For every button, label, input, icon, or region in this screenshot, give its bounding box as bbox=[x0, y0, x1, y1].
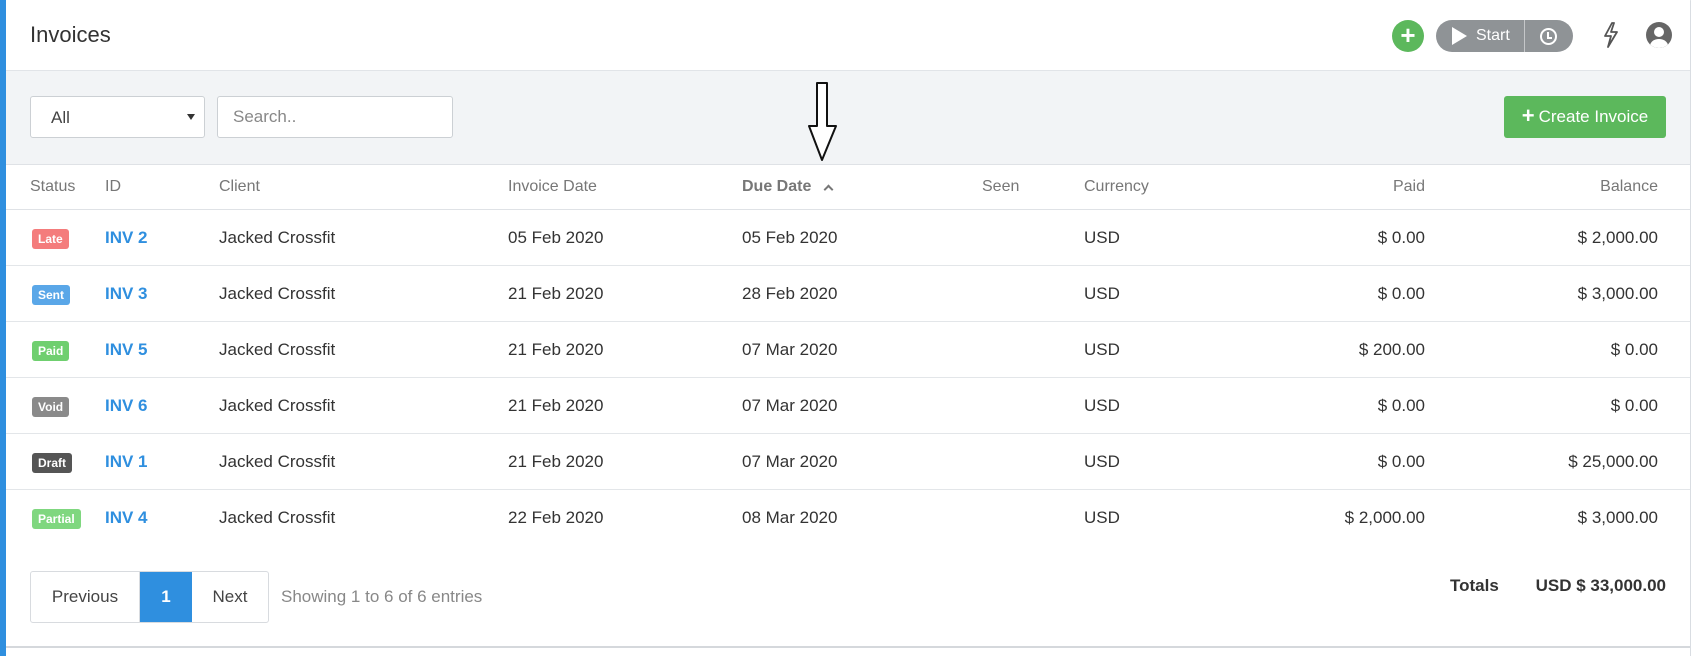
invoice-date-cell: 05 Feb 2020 bbox=[508, 228, 604, 247]
table-header-row: Status ID Client Invoice Date Due Date S… bbox=[6, 165, 1690, 210]
currency-cell: USD bbox=[1084, 228, 1120, 247]
table-body: Late INV 2 Jacked Crossfit 05 Feb 2020 05 Fe… bbox=[6, 210, 1690, 546]
column-seen[interactable]: Seen bbox=[982, 178, 1019, 196]
bolt-icon[interactable] bbox=[1602, 22, 1620, 48]
due-date-cell: 08 Mar 2020 bbox=[742, 508, 838, 527]
sort-ascending-icon bbox=[823, 184, 834, 194]
table-row[interactable]: Sent INV 3 Jacked Crossfit 21 Feb 2020 28 Fe… bbox=[6, 266, 1690, 322]
paid-cell: $ 200.00 bbox=[1358, 340, 1425, 359]
search-input[interactable] bbox=[217, 96, 453, 138]
column-balance[interactable]: Balance bbox=[1600, 178, 1658, 196]
table-row[interactable]: Void INV 6 Jacked Crossfit 21 Feb 2020 07 Ma… bbox=[6, 378, 1690, 434]
plus-icon: + bbox=[1400, 20, 1416, 50]
currency-cell: USD bbox=[1084, 284, 1120, 303]
timer-control: Start bbox=[1436, 20, 1573, 52]
timer-history-button[interactable] bbox=[1525, 20, 1573, 52]
invoice-date-cell: 21 Feb 2020 bbox=[508, 452, 604, 471]
plus-icon: + bbox=[1521, 103, 1535, 128]
status-badge: Paid bbox=[32, 341, 70, 361]
start-label: Start bbox=[1476, 27, 1510, 44]
invoice-date-cell: 21 Feb 2020 bbox=[508, 340, 604, 359]
currency-cell: USD bbox=[1084, 396, 1120, 415]
table-row[interactable]: Draft INV 1 Jacked Crossfit 21 Feb 2020 07 M… bbox=[6, 434, 1690, 490]
invoice-id-link[interactable]: INV 4 bbox=[105, 508, 148, 528]
due-date-cell: 28 Feb 2020 bbox=[742, 284, 838, 303]
balance-cell: $ 3,000.00 bbox=[1577, 284, 1658, 303]
invoice-date-cell: 21 Feb 2020 bbox=[508, 284, 604, 303]
currency-cell: USD bbox=[1084, 452, 1120, 471]
column-paid[interactable]: Paid bbox=[1393, 178, 1425, 196]
paid-cell: $ 0.00 bbox=[1377, 284, 1425, 303]
status-badge: Sent bbox=[32, 285, 71, 305]
status-badge: Draft bbox=[32, 453, 73, 473]
client-cell: Jacked Crossfit bbox=[219, 452, 336, 471]
column-id[interactable]: ID bbox=[105, 178, 121, 196]
status-badge: Partial bbox=[32, 509, 81, 529]
caret-down-icon bbox=[187, 114, 195, 120]
status-badge: Late bbox=[32, 229, 69, 249]
balance-cell: $ 25,000.00 bbox=[1568, 452, 1658, 471]
invoice-table: Status ID Client Invoice Date Due Date S… bbox=[6, 165, 1690, 546]
page-title: Invoices bbox=[30, 22, 111, 47]
due-date-cell: 07 Mar 2020 bbox=[742, 452, 838, 471]
column-invoice-date[interactable]: Invoice Date bbox=[508, 178, 597, 196]
quick-add-button[interactable]: + bbox=[1392, 20, 1424, 52]
column-due-date-label: Due Date bbox=[742, 178, 812, 195]
client-cell: Jacked Crossfit bbox=[219, 340, 336, 359]
current-page-button[interactable]: 1 bbox=[140, 572, 192, 622]
clock-icon bbox=[1540, 27, 1558, 45]
next-page-button[interactable]: Next bbox=[192, 572, 268, 622]
table-row[interactable]: Paid INV 5 Jacked Crossfit 21 Feb 2020 07 Ma… bbox=[6, 322, 1690, 378]
currency-cell: USD bbox=[1084, 340, 1120, 359]
totals-label: Totals bbox=[1450, 576, 1499, 595]
client-cell: Jacked Crossfit bbox=[219, 228, 336, 247]
invoice-date-cell: 22 Feb 2020 bbox=[508, 508, 604, 527]
client-cell: Jacked Crossfit bbox=[219, 284, 336, 303]
paid-cell: $ 0.00 bbox=[1377, 396, 1425, 415]
column-due-date[interactable]: Due Date bbox=[742, 178, 834, 196]
table-footer: Previous 1 Next Showing 1 to 6 of 6 entr… bbox=[6, 543, 1690, 648]
column-currency[interactable]: Currency bbox=[1084, 178, 1149, 196]
balance-cell: $ 0.00 bbox=[1610, 396, 1658, 415]
table-row[interactable]: Late INV 2 Jacked Crossfit 05 Feb 2020 05 Fe… bbox=[6, 210, 1690, 266]
filter-toolbar: All + Create Invoice bbox=[6, 71, 1690, 165]
totals-value: USD $ 33,000.00 bbox=[1535, 576, 1666, 595]
play-icon bbox=[1452, 27, 1467, 45]
invoice-id-link[interactable]: INV 3 bbox=[105, 284, 148, 304]
status-filter-value: All bbox=[51, 108, 70, 127]
create-invoice-button[interactable]: + Create Invoice bbox=[1504, 96, 1666, 138]
table-row[interactable]: Partial INV 4 Jacked Crossfit 22 Feb 2020 08… bbox=[6, 490, 1690, 546]
invoice-id-link[interactable]: INV 1 bbox=[105, 452, 148, 472]
pagination: Previous 1 Next bbox=[30, 571, 269, 623]
column-status[interactable]: Status bbox=[30, 178, 75, 196]
invoice-id-link[interactable]: INV 2 bbox=[105, 228, 148, 248]
invoice-id-link[interactable]: INV 6 bbox=[105, 396, 148, 416]
paid-cell: $ 0.00 bbox=[1377, 228, 1425, 247]
client-cell: Jacked Crossfit bbox=[219, 508, 336, 527]
currency-cell: USD bbox=[1084, 508, 1120, 527]
balance-cell: $ 0.00 bbox=[1610, 340, 1658, 359]
invoice-id-link[interactable]: INV 5 bbox=[105, 340, 148, 360]
previous-page-button[interactable]: Previous bbox=[31, 572, 140, 622]
client-cell: Jacked Crossfit bbox=[219, 396, 336, 415]
entries-info: Showing 1 to 6 of 6 entries bbox=[281, 587, 483, 606]
invoice-date-cell: 21 Feb 2020 bbox=[508, 396, 604, 415]
balance-cell: $ 3,000.00 bbox=[1577, 508, 1658, 527]
paid-cell: $ 0.00 bbox=[1377, 452, 1425, 471]
create-invoice-label: Create Invoice bbox=[1538, 107, 1649, 126]
due-date-cell: 07 Mar 2020 bbox=[742, 340, 838, 359]
balance-cell: $ 2,000.00 bbox=[1577, 228, 1658, 247]
down-arrow-annotation bbox=[808, 82, 837, 161]
status-badge: Void bbox=[32, 397, 70, 417]
paid-cell: $ 2,000.00 bbox=[1344, 508, 1425, 527]
column-client[interactable]: Client bbox=[219, 178, 260, 196]
start-timer-button[interactable]: Start bbox=[1436, 20, 1525, 52]
due-date-cell: 05 Feb 2020 bbox=[742, 228, 838, 247]
status-filter-select[interactable]: All bbox=[30, 96, 205, 138]
due-date-cell: 07 Mar 2020 bbox=[742, 396, 838, 415]
page-header: Invoices + Start bbox=[6, 0, 1690, 71]
user-avatar-icon[interactable] bbox=[1646, 22, 1672, 48]
